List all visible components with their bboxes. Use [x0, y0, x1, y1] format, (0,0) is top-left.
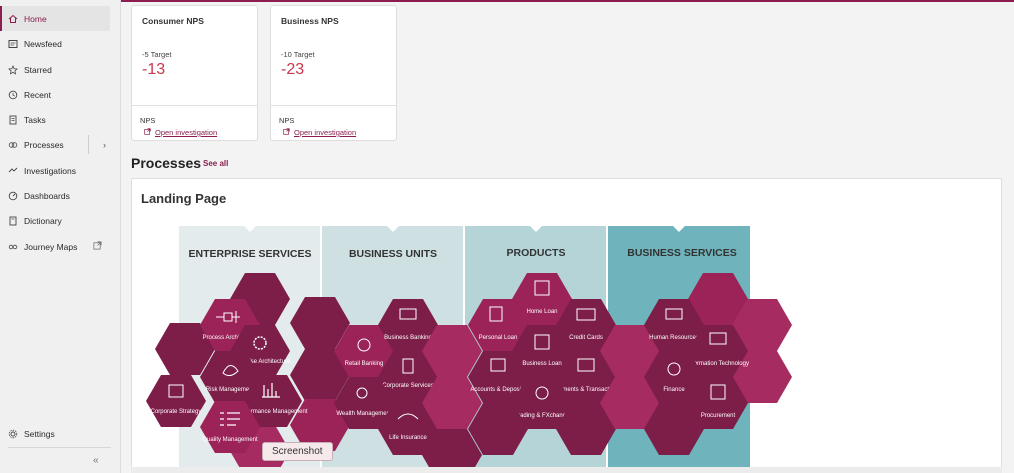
column-header-business-services: BUSINESS SERVICES: [627, 247, 737, 259]
card-target: -5 Target: [142, 50, 172, 59]
processes-icon: [2, 140, 24, 150]
divider: [132, 105, 257, 106]
hex-label: Procurement: [701, 413, 736, 419]
hex-label: Home Loan: [526, 309, 557, 315]
nps-card-consumer: Consumer NPS -5 Target -13 NPS Open inve…: [131, 5, 258, 141]
sidebar-item-label: Processes: [24, 139, 64, 150]
card-value: -13: [142, 61, 166, 78]
link-text[interactable]: Open investigation: [294, 128, 356, 137]
see-all-link[interactable]: See all: [203, 159, 228, 168]
sidebar-item-starred[interactable]: Starred: [2, 57, 110, 82]
nps-card-business: Business NPS -10 Target -23 NPS Open inv…: [270, 5, 397, 141]
journey-icon: [2, 242, 24, 252]
card-target: -10 Target: [281, 50, 315, 59]
sidebar-item-journey-maps[interactable]: Journey Maps: [2, 234, 110, 259]
gear-icon: [2, 429, 24, 439]
sidebar-item-label: Recent: [24, 89, 51, 100]
divider: [88, 135, 89, 154]
sidebar-item-newsfeed[interactable]: Newsfeed: [2, 31, 110, 56]
hex-label: Accounts & Deposits: [470, 387, 525, 393]
sidebar-item-label: Dictionary: [24, 215, 62, 226]
hex-label: Quality Management: [202, 437, 258, 443]
sidebar-item-investigations[interactable]: Investigations: [2, 158, 110, 183]
sidebar-item-label: Newsfeed: [24, 38, 62, 49]
card-value: -23: [281, 61, 305, 78]
dictionary-icon: [2, 216, 24, 226]
open-investigation-link[interactable]: Open investigation: [144, 128, 217, 137]
sidebar-item-processes[interactable]: Processes ›: [2, 132, 110, 157]
sidebar-item-label: Journey Maps: [24, 241, 78, 252]
link-text[interactable]: Open investigation: [155, 128, 217, 137]
sidebar-item-label: Settings: [24, 428, 55, 439]
process-hex-map: ENTERPRISE SERVICES BUSINESS UNITS PRODU…: [146, 226, 792, 473]
hex-label: Business Loan: [522, 361, 561, 367]
hex-label: Business Banking: [384, 335, 432, 341]
column-header-enterprise-services: ENTERPRISE SERVICES: [189, 248, 312, 260]
open-investigation-link[interactable]: Open investigation: [283, 128, 356, 137]
hex-label: Human Resources: [649, 335, 699, 341]
divider: [271, 105, 396, 106]
hex-label: Personal Loan: [479, 335, 518, 341]
column-header-business-units: BUSINESS UNITS: [349, 248, 437, 260]
landing-page-panel: Landing Page ENTERPRISE SERVICES BUSINES…: [131, 178, 1002, 473]
card-title: Consumer NPS: [142, 16, 204, 26]
sidebar-item-label: Tasks: [24, 114, 46, 125]
hex-label: Corporate Services: [382, 383, 433, 389]
hex-label: Life Insurance: [389, 435, 427, 441]
clock-icon: [2, 90, 24, 100]
hex-label: Corporate Strategy: [151, 409, 202, 415]
sidebar-item-settings[interactable]: Settings: [2, 421, 110, 446]
dashboard-icon: [2, 191, 24, 201]
sidebar-item-label: Starred: [24, 64, 52, 75]
section-title-processes: Processes: [131, 155, 202, 171]
sidebar-item-dashboards[interactable]: Dashboards: [2, 183, 110, 208]
sidebar: Home Newsfeed Starred Recent Tasks Proce…: [0, 0, 121, 473]
collapse-sidebar-button[interactable]: «: [93, 455, 99, 466]
divider: [8, 447, 111, 448]
hex-label: Retail Banking: [345, 361, 384, 367]
home-icon: [2, 14, 24, 24]
sidebar-item-label: Home: [24, 13, 47, 24]
hex-label: Finance: [663, 387, 685, 393]
card-title: Business NPS: [281, 16, 339, 26]
external-link-icon: [283, 128, 290, 137]
hex-label: Trading & FXchange: [515, 413, 570, 419]
card-label: NPS: [279, 116, 295, 125]
sidebar-item-label: Investigations: [24, 165, 76, 176]
hex-label: Credit Cards: [569, 335, 603, 341]
external-link-icon: [93, 241, 102, 252]
sidebar-item-dictionary[interactable]: Dictionary: [2, 208, 110, 233]
investigation-icon: [2, 166, 24, 176]
star-icon: [2, 64, 24, 75]
sidebar-item-home[interactable]: Home: [0, 6, 110, 31]
chevron-right-icon[interactable]: ›: [103, 140, 106, 150]
sidebar-item-label: Dashboards: [24, 190, 70, 201]
tasks-icon: [2, 115, 24, 125]
top-accent-line: [0, 0, 1014, 2]
newsfeed-icon: [2, 39, 24, 49]
screenshot-tooltip: Screenshot: [262, 442, 333, 461]
hex-label: Wealth Management: [336, 411, 392, 417]
sidebar-item-recent[interactable]: Recent: [2, 82, 110, 107]
card-label: NPS: [140, 116, 156, 125]
sidebar-item-tasks[interactable]: Tasks: [2, 107, 110, 132]
scroll-strip: [131, 467, 1002, 473]
external-link-icon: [144, 128, 151, 137]
column-header-products: PRODUCTS: [507, 247, 566, 259]
